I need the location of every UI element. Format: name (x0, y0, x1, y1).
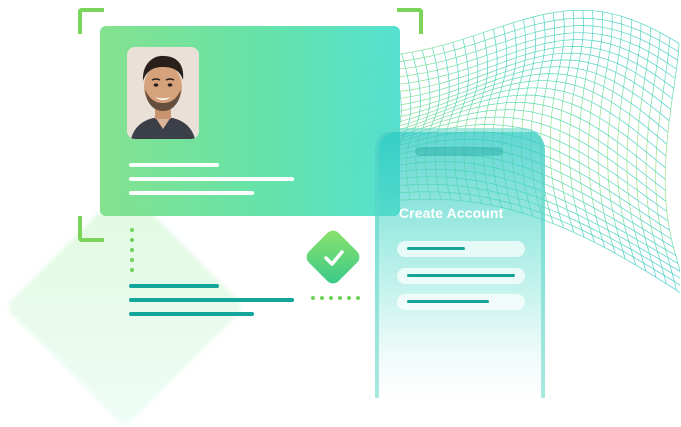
scan-corner-top-left (78, 8, 104, 34)
checkmark-icon (324, 250, 344, 266)
phone-mockup (375, 128, 545, 398)
vertical-dotted-connector (130, 228, 136, 274)
card-detail-line-2 (129, 191, 254, 195)
create-account-title: Create Account (399, 205, 504, 221)
card-name-line (129, 163, 219, 167)
extracted-detail-line-2 (129, 312, 254, 316)
extracted-detail-line-1 (129, 298, 294, 302)
phone-notch (415, 147, 503, 156)
signup-field-password[interactable] (397, 294, 525, 310)
extracted-name-line (129, 284, 219, 288)
background-glow-diamond (4, 186, 246, 427)
card-detail-line-1 (129, 177, 294, 181)
horizontal-dotted-connector (311, 296, 361, 302)
scan-corner-bottom-left (78, 216, 104, 242)
signup-field-email[interactable] (397, 268, 525, 284)
avatar-photo (127, 47, 199, 139)
signup-field-name[interactable] (397, 241, 525, 257)
scan-corner-top-right (397, 8, 423, 34)
